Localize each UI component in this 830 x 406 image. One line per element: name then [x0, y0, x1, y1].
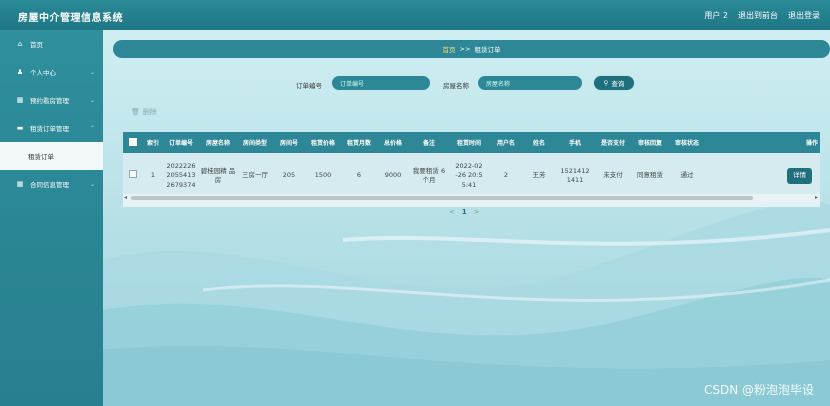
- cell-room-type: 三房一厅: [242, 171, 268, 180]
- sidebar-item-home[interactable]: ⌂ 首页: [0, 30, 103, 58]
- order-no-label: 订单编号: [296, 82, 322, 90]
- table-row: 1 2022226 2055413 2679374 碧桂园精 品房 三房一厅 2…: [123, 153, 820, 199]
- column-header: 姓名: [532, 140, 545, 147]
- column-header: 备注: [422, 140, 435, 147]
- column-header: 总价格: [383, 140, 402, 147]
- cell-status: 通过: [680, 171, 694, 180]
- column-header: 房屋名称: [205, 140, 230, 147]
- column-header: 手机: [568, 140, 581, 147]
- grid-icon: ▦: [16, 180, 24, 188]
- sidebar-item-viewing-appointments[interactable]: ▦ 预约看房管理 ⌄: [0, 86, 103, 114]
- cell-phone: 1521412 1411: [560, 166, 590, 184]
- sidebar-item-profile[interactable]: ♟ 个人中心 ⌄: [0, 58, 103, 86]
- app-title: 房屋中介管理信息系统: [18, 13, 123, 24]
- sidebar-item-label: 预约看房管理: [30, 97, 69, 105]
- search-icon: ⚲: [603, 79, 609, 87]
- search-button[interactable]: ⚲ 查询: [593, 75, 635, 91]
- order-no-input[interactable]: 订单编号: [332, 76, 430, 90]
- column-header: 房间号: [279, 140, 298, 147]
- home-icon: ⌂: [17, 40, 23, 48]
- back-to-front-link[interactable]: 退出到前台: [738, 10, 778, 21]
- cell-reply: 同意租赁: [637, 171, 663, 180]
- watermark: CSDN @粉泡泡毕设: [703, 383, 814, 397]
- chevron-down-icon: ⌄: [89, 97, 95, 104]
- cell-username: 2: [503, 171, 509, 180]
- cell-house-name: 碧桂园精 品房: [200, 166, 236, 184]
- cell-remark: 我要租赁 6个月: [412, 166, 446, 184]
- scroll-left-icon[interactable]: ◂: [124, 194, 127, 201]
- table-header-row: 索引 订单编号 房屋名称 房间类型 房间号 租赁价格 租赁月数 总价格 备注 租…: [123, 132, 820, 153]
- select-all-checkbox[interactable]: [123, 132, 143, 153]
- cell-months: 6: [356, 171, 362, 180]
- chevron-down-icon: ⌄: [89, 69, 95, 76]
- breadcrumb-current: 租赁订单: [474, 46, 501, 54]
- sidebar-item-label: 合同信息管理: [30, 181, 69, 189]
- cell-order-no: 2022226 2055413 2679374: [166, 161, 196, 189]
- cell-index: 1: [150, 171, 156, 180]
- main-content: 首页 >> 租赁订单 订单编号 订单编号 房屋名称 房屋名称 ⚲ 查询 🗑 删除: [103, 30, 830, 406]
- sidebar: ⌂ 首页 ♟ 个人中心 ⌄ ▦ 预约看房管理 ⌄ ▬ 租赁订单管理 ⌃ 租赁订单…: [0, 30, 103, 406]
- breadcrumb: 首页 >> 租赁订单: [113, 40, 830, 58]
- horizontal-scrollbar[interactable]: ◂ ▸: [123, 194, 820, 202]
- top-bar: 房屋中介管理信息系统 用户 2 退出到前台 退出登录: [0, 0, 830, 30]
- house-name-label: 房屋名称: [443, 82, 469, 90]
- detail-button[interactable]: 详情: [787, 168, 812, 184]
- column-header: 房间类型: [242, 140, 267, 147]
- cell-price: 1500: [314, 171, 332, 180]
- sidebar-item-rental-orders[interactable]: 租赁订单: [0, 142, 103, 170]
- sidebar-item-label: 租赁订单管理: [30, 125, 69, 133]
- cell-paid: 未支付: [603, 171, 623, 180]
- sidebar-item-label: 首页: [30, 41, 43, 49]
- column-header: 操作: [805, 140, 818, 147]
- scrollbar-thumb[interactable]: [131, 196, 753, 200]
- house-name-input[interactable]: 房屋名称: [478, 76, 582, 90]
- column-header: 审核状态: [674, 140, 699, 147]
- card-icon: ▬: [16, 124, 24, 132]
- delete-button-label: 删除: [142, 108, 157, 116]
- sidebar-item-label: 个人中心: [30, 69, 56, 77]
- scroll-right-icon[interactable]: ▸: [815, 194, 818, 201]
- cell-action: 详情: [705, 153, 820, 199]
- search-button-label: 查询: [611, 80, 625, 88]
- user-icon: ♟: [16, 68, 24, 76]
- sidebar-item-contracts[interactable]: ▦ 合同信息管理 ⌄: [0, 170, 103, 198]
- column-header: 订单编号: [168, 140, 193, 147]
- column-header: 审核回复: [637, 140, 662, 147]
- row-checkbox[interactable]: [123, 153, 143, 199]
- column-header: 索引: [146, 140, 159, 147]
- delete-button[interactable]: 🗑 删除: [131, 107, 157, 117]
- next-page-button[interactable]: >: [474, 208, 480, 216]
- prev-page-button[interactable]: <: [449, 208, 455, 216]
- search-row: 订单编号 订单编号 房屋名称 房屋名称 ⚲ 查询: [103, 75, 830, 92]
- current-user: 用户 2: [704, 11, 728, 20]
- sidebar-item-rental-orders-mgmt[interactable]: ▬ 租赁订单管理 ⌃: [0, 114, 103, 142]
- chevron-up-icon: ⌃: [89, 125, 95, 132]
- column-header: 租赁时间: [456, 140, 481, 147]
- column-header: 是否支付: [600, 140, 625, 147]
- chevron-down-icon: ⌄: [89, 181, 95, 188]
- sidebar-item-label: 租赁订单: [28, 153, 54, 161]
- orders-table: 索引 订单编号 房屋名称 房间类型 房间号 租赁价格 租赁月数 总价格 备注 租…: [123, 132, 820, 199]
- breadcrumb-home[interactable]: 首页: [443, 44, 456, 54]
- trash-icon: 🗑: [131, 108, 140, 116]
- column-header: 租赁价格: [310, 140, 335, 147]
- column-header: 用户名: [496, 140, 515, 147]
- breadcrumb-separator: >>: [459, 45, 471, 53]
- column-header: 租赁月数: [346, 140, 371, 147]
- page-number[interactable]: 1: [462, 208, 467, 216]
- top-links: 用户 2 退出到前台 退出登录: [704, 10, 820, 21]
- cell-room-no: 205: [282, 171, 296, 180]
- cell-rent-time: 2022-02 -26 20:5 5:41: [455, 161, 483, 189]
- cell-name: 王芳: [532, 171, 546, 180]
- grid-icon: ▦: [16, 96, 24, 104]
- cell-total: 9000: [384, 171, 402, 180]
- logout-link[interactable]: 退出登录: [788, 10, 820, 21]
- pagination: < 1 >: [449, 208, 480, 216]
